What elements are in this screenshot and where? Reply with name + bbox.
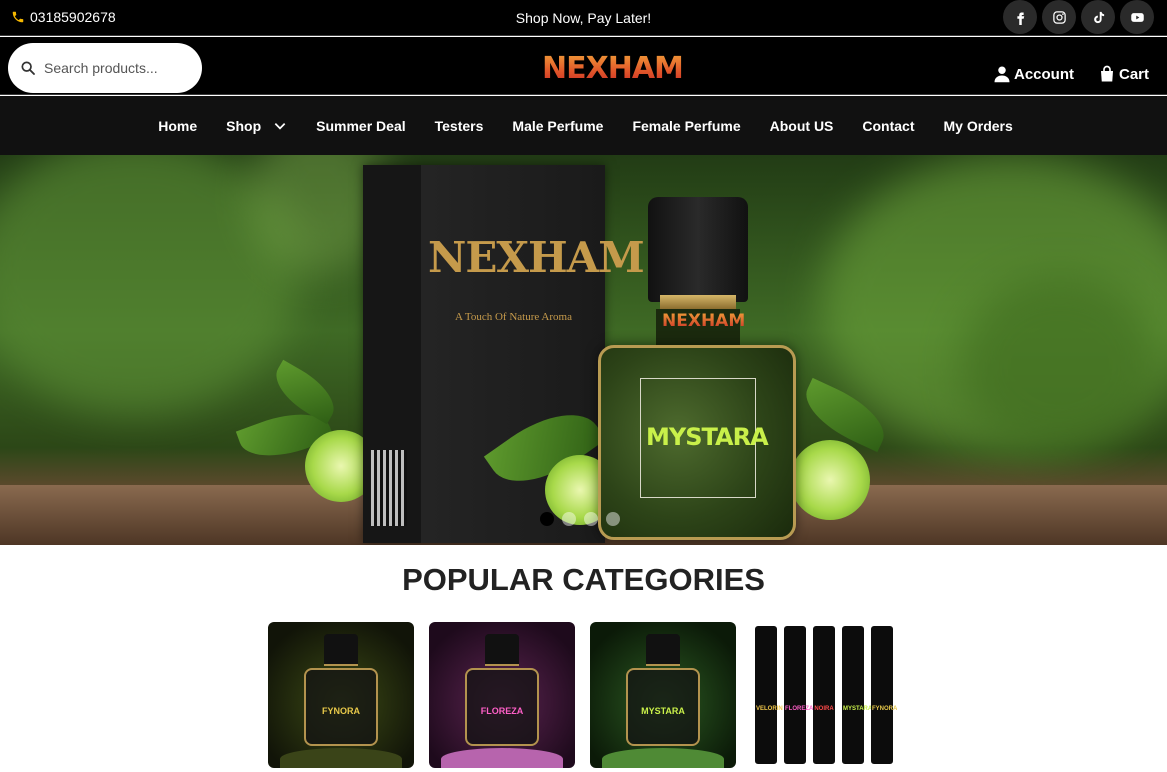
carousel-dot[interactable] xyxy=(562,512,576,526)
tiktok-icon xyxy=(1093,11,1104,23)
tester-label: NOIRA xyxy=(814,706,834,712)
nav-item-home[interactable]: Home xyxy=(158,118,197,134)
category-name: FLOREZA xyxy=(480,706,524,716)
box-brand: NEXHAM xyxy=(428,233,645,282)
site-header: NEXHAM Account Cart xyxy=(0,37,1167,95)
tester-label: FYNORA xyxy=(872,706,897,712)
category-name: FYNORA xyxy=(322,706,360,716)
shopping-bag-icon xyxy=(1100,65,1113,82)
bottle-cap xyxy=(485,634,519,664)
facebook-icon xyxy=(1016,12,1024,25)
chevron-down-icon[interactable] xyxy=(273,119,287,133)
category-card-mystara[interactable]: MYSTARA xyxy=(590,622,736,768)
tester-label: MYSTARA xyxy=(843,706,873,712)
qr-code xyxy=(371,450,407,526)
carousel-dots xyxy=(540,512,620,526)
tester-label: VELORIN xyxy=(756,706,783,712)
nav-label: About US xyxy=(769,117,834,134)
nav-label: Testers xyxy=(434,117,484,134)
tiktok-link[interactable] xyxy=(1081,0,1115,34)
tester-vial: FYNORA xyxy=(871,626,897,764)
carousel-dot[interactable] xyxy=(540,512,554,526)
top-bar: 03185902678 Shop Now, Pay Later! xyxy=(0,0,1167,36)
lime xyxy=(790,440,870,520)
category-card-testers[interactable]: VELORIN FLOREZA NOIRA MYSTARA FYNORA xyxy=(751,622,897,768)
nav-item-about-us[interactable]: About US xyxy=(770,118,834,134)
main-nav: Home Shop Summer Deal Testers Male Perfu… xyxy=(0,96,1167,155)
instagram-icon xyxy=(1052,10,1066,24)
bottle-cap xyxy=(648,197,748,302)
bottle-cap xyxy=(646,634,680,664)
youtube-link[interactable] xyxy=(1120,0,1154,34)
carousel-dot[interactable] xyxy=(606,512,620,526)
section-title: POPULAR CATEGORIES xyxy=(402,562,765,597)
pedestal xyxy=(441,748,563,768)
tester-vial: MYSTARA xyxy=(842,626,873,764)
nav-label: Contact xyxy=(862,117,915,134)
search-input[interactable] xyxy=(44,60,184,76)
site-logo[interactable]: NEXHAM xyxy=(542,51,684,86)
instagram-link[interactable] xyxy=(1042,0,1076,34)
tester-vial: FLOREZA xyxy=(784,626,814,764)
category-card-floreza[interactable]: FLOREZA xyxy=(429,622,575,768)
carousel-dot[interactable] xyxy=(584,512,598,526)
nav-item-contact[interactable]: Contact xyxy=(862,118,914,134)
bottle-name: MYSTARA xyxy=(646,423,769,451)
nav-item-shop[interactable]: Shop xyxy=(226,118,287,134)
search-icon xyxy=(21,61,35,75)
nav-label: Home xyxy=(158,117,198,134)
facebook-link[interactable] xyxy=(1003,0,1037,34)
box-tagline: A Touch Of Nature Aroma xyxy=(455,311,572,323)
category-name: MYSTARA xyxy=(641,706,685,716)
search-box[interactable] xyxy=(8,43,202,93)
cart-label: Cart xyxy=(1118,65,1149,83)
nav-item-male-perfume[interactable]: Male Perfume xyxy=(512,118,603,134)
pedestal xyxy=(602,748,724,768)
nav-item-summer-deal[interactable]: Summer Deal xyxy=(316,118,405,134)
nav-item-my-orders[interactable]: My Orders xyxy=(944,118,1013,134)
social-links xyxy=(1003,0,1154,34)
nav-label: Summer Deal xyxy=(316,117,406,134)
pedestal xyxy=(280,748,402,768)
nav-label: Shop xyxy=(226,117,262,134)
nav-label: Female Perfume xyxy=(632,117,741,134)
nav-label: Male Perfume xyxy=(512,117,604,134)
category-card-fynora[interactable]: FYNORA xyxy=(268,622,414,768)
bottle-brand: NEXHAM xyxy=(662,311,746,331)
account-link[interactable]: Account xyxy=(993,65,1074,83)
hero-banner[interactable]: NEXHAM A Touch Of Nature Aroma NEXHAM MY… xyxy=(0,155,1167,545)
youtube-icon xyxy=(1130,12,1144,22)
cart-link[interactable]: Cart xyxy=(1098,65,1149,83)
tester-vial: NOIRA xyxy=(813,626,835,764)
bottle-collar xyxy=(660,295,736,309)
account-label: Account xyxy=(1013,65,1074,83)
category-list: FYNORA FLOREZA MYSTARA VELORIN FLOREZA N… xyxy=(268,622,897,768)
header-actions: Account Cart xyxy=(993,65,1149,83)
nav-item-testers[interactable]: Testers xyxy=(435,118,484,134)
tester-vial: VELORIN xyxy=(755,626,783,764)
tester-label: FLOREZA xyxy=(785,706,814,712)
bottle-cap xyxy=(324,634,358,664)
nav-label: My Orders xyxy=(943,117,1013,134)
nav-item-female-perfume[interactable]: Female Perfume xyxy=(632,118,740,134)
user-icon xyxy=(994,66,1010,83)
foliage xyxy=(960,275,1160,455)
promo-text: Shop Now, Pay Later! xyxy=(515,10,652,26)
